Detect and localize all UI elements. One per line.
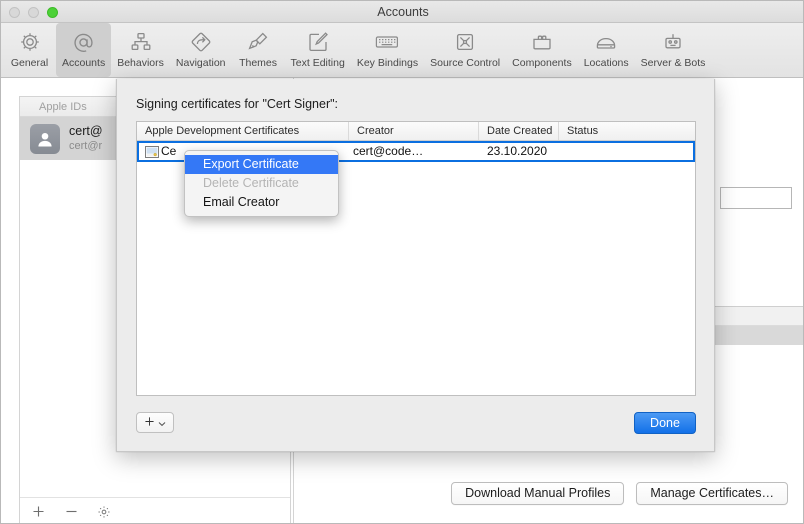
context-menu-item-email-creator[interactable]: Email Creator [185,193,338,212]
disk-drive-icon [594,29,618,55]
detail-text-field[interactable] [720,187,792,209]
context-menu-item-delete-certificate: Delete Certificate [203,176,299,190]
detail-table-header [704,307,803,326]
sidebar-account-email: cert@r [69,140,103,153]
sidebar-footer-toolbar [20,497,290,523]
toolbar-item-general[interactable]: General [3,23,56,77]
diamond-arrow-icon [189,29,213,55]
toolbar-item-label: Accounts [62,57,106,69]
column-header-date-created[interactable]: Date Created [479,122,559,140]
download-manual-profiles-button[interactable]: Download Manual Profiles [451,482,625,505]
add-account-button[interactable] [30,504,46,520]
toolbar-item-label: Text Editing [290,57,345,69]
toolbar-item-behaviors[interactable]: Behaviors [111,23,170,77]
detail-table-row-selected[interactable] [704,326,803,345]
column-header-creator[interactable]: Creator [349,122,479,140]
user-avatar-icon [30,123,60,154]
toolbar-item-label: Key Bindings [356,57,419,69]
toolbar-item-source-control[interactable]: Source Control [424,23,506,77]
at-sign-icon [71,29,96,55]
plus-icon [144,414,155,432]
branch-square-icon [453,29,477,55]
toolbar-item-label: Behaviors [117,57,164,69]
toolbar-item-label: Themes [239,57,277,69]
sidebar-account-texts: cert@ cert@r [69,124,103,153]
column-header-status[interactable]: Status [559,122,695,140]
certificate-icon [145,145,159,158]
toolbar-item-components[interactable]: Components [506,23,578,77]
remove-account-button[interactable] [63,504,79,520]
toolbar-item-key-bindings[interactable]: Key Bindings [351,23,424,77]
window-title: Accounts [377,5,429,19]
toolbar-item-label: Server & Bots [640,57,706,69]
toolbar-item-server-and-bots[interactable]: Server & Bots [635,23,712,77]
signing-certificates-sheet: Signing certificates for "Cert Signer": … [116,79,715,452]
toolbar-item-label: General [10,57,49,69]
cell-date-created: 23.10.2020 [487,144,548,158]
robot-icon [661,29,685,55]
toolbar-item-text-editing[interactable]: Text Editing [285,23,351,77]
done-button[interactable]: Done [634,412,696,434]
manage-certificates-button[interactable]: Manage Certificates… [636,482,788,505]
sidebar-account-name: cert@ [69,123,103,138]
gear-icon[interactable] [96,504,112,520]
pencil-square-icon [306,29,330,55]
chevron-down-icon [158,414,166,432]
sheet-title: Signing certificates for "Cert Signer": [136,97,339,111]
add-certificate-button[interactable] [136,412,174,433]
toolbar-item-label: Navigation [175,57,226,69]
gear-icon [18,29,42,55]
detail-action-buttons: Download Manual Profiles Manage Certific… [451,482,788,505]
hierarchy-icon [129,29,153,55]
keyboard-icon [374,29,400,55]
toolbar-item-label: Components [512,57,572,69]
toolbar-item-accounts[interactable]: Accounts [56,23,112,77]
context-menu-item-export-certificate[interactable]: Export Certificate [185,155,338,174]
window-titlebar: Accounts [1,1,803,23]
preferences-window: Accounts General Accounts Behaviors Navi… [0,0,804,524]
paintbrush-icon [246,29,270,55]
preferences-toolbar: General Accounts Behaviors Navigation Th… [1,23,803,78]
toolbar-item-navigation[interactable]: Navigation [170,23,232,77]
certificate-context-menu: Export Certificate Delete Certificate Em… [184,150,339,217]
toolbar-item-themes[interactable]: Themes [232,23,285,77]
toolbar-item-locations[interactable]: Locations [578,23,635,77]
certificates-table-header: Apple Development Certificates Creator D… [137,122,695,141]
toolbar-item-label: Source Control [430,57,501,69]
certificate-name-text: Ce [161,144,177,158]
toolbar-item-label: Locations [583,57,629,69]
detail-table [704,306,803,345]
column-header-name[interactable]: Apple Development Certificates [137,122,349,140]
toolbox-icon [530,29,554,55]
cell-creator: cert@code… [353,144,424,158]
